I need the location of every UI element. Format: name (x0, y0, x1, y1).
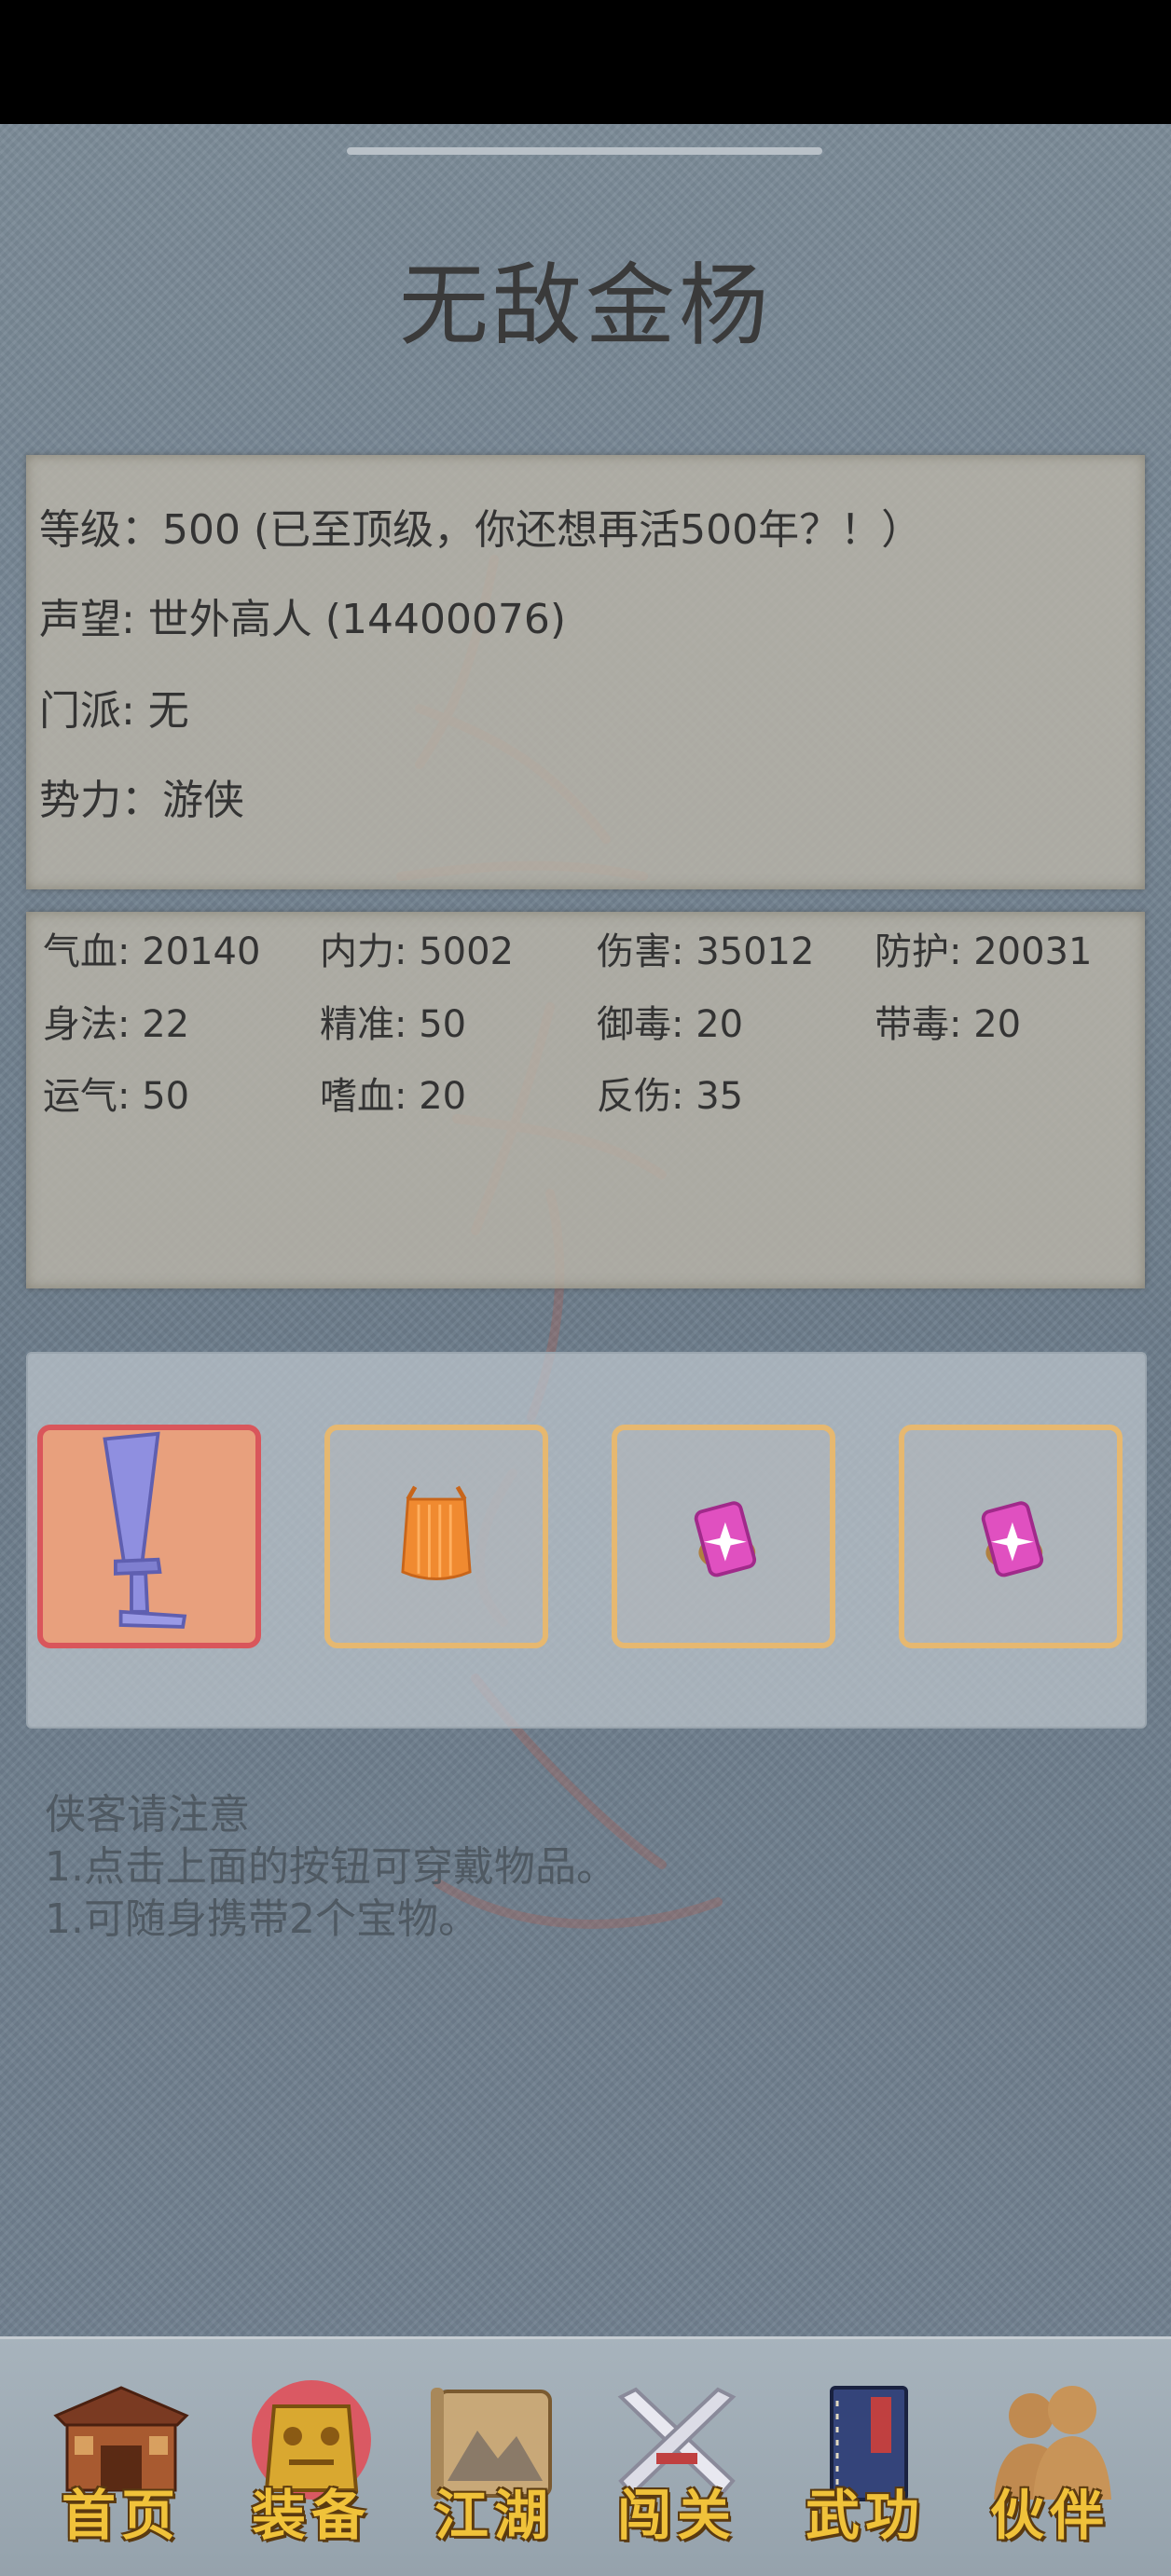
stat-hp: 气血: 20140 (43, 930, 261, 973)
attributes-panel: 气血: 20140 内力: 5002 伤害: 35012 防护: 20031 身… (26, 912, 1145, 1288)
equip-slot-treasure-1[interactable] (612, 1425, 835, 1648)
treasure-icon (981, 1501, 1044, 1577)
stat-reflect: 反伤: 35 (597, 1075, 744, 1118)
sect-text: 门派: 无 (39, 687, 189, 735)
equip-slot-weapon[interactable] (37, 1425, 261, 1648)
level-text: 等级：500 (已至顶级，你还想再活500年？！） (39, 506, 923, 554)
nav-item-companions[interactable]: 伙伴 (966, 2378, 1134, 2547)
nav-label: 首页 (61, 2484, 181, 2547)
stat-damage: 伤害: 35012 (597, 930, 815, 973)
equipment-panel (26, 1352, 1147, 1729)
faction-text: 势力：游侠 (39, 777, 244, 824)
page-title: 无敌金杨 (399, 254, 772, 358)
stat-luck: 运气: 50 (43, 1075, 190, 1118)
bottom-nav: 首页 装备 江湖 闯关 武功 伙伴 (0, 2336, 1171, 2576)
character-info-panel: 等级：500 (已至顶级，你还想再活500年？！） 声望: 世外高人 (1440… (26, 455, 1145, 889)
equip-slot-armor[interactable] (324, 1425, 548, 1648)
nav-label: 武功 (805, 2484, 925, 2547)
nav-label: 江湖 (434, 2484, 554, 2547)
notice-line-2: 1.可随身携带2个宝物。 (45, 1895, 479, 1943)
nav-item-challenge[interactable]: 闯关 (593, 2378, 761, 2547)
stat-internal: 内力: 5002 (320, 930, 514, 973)
nav-item-home[interactable]: 首页 (37, 2378, 205, 2547)
stat-accuracy: 精准: 50 (320, 1003, 467, 1046)
nav-item-equipment[interactable]: 装备 (227, 2378, 395, 2547)
stat-bloodthirst: 嗜血: 20 (320, 1075, 467, 1118)
nav-label: 伙伴 (989, 2484, 1109, 2547)
notice-heading: 侠客请注意 (45, 1791, 250, 1839)
stat-poison: 带毒: 20 (875, 1003, 1022, 1046)
armor-icon (401, 1485, 472, 1580)
equip-slot-treasure-2[interactable] (899, 1425, 1123, 1648)
nav-item-martial-arts[interactable]: 武功 (781, 2378, 949, 2547)
nav-label: 闯关 (616, 2484, 737, 2547)
nav-item-jianghu[interactable]: 江湖 (410, 2378, 578, 2547)
stat-defense: 防护: 20031 (875, 930, 1093, 973)
drag-handle[interactable] (347, 147, 822, 155)
stat-agility: 身法: 22 (43, 1003, 190, 1046)
prestige-text: 声望: 世外高人 (14400076) (39, 596, 567, 643)
status-bar (0, 0, 1171, 124)
notice-line-1: 1.点击上面的按钮可穿戴物品。 (45, 1843, 617, 1891)
nav-label: 装备 (251, 2484, 371, 2547)
stat-poison-resist: 御毒: 20 (597, 1003, 744, 1046)
sword-icon (103, 1431, 187, 1629)
treasure-icon (694, 1501, 757, 1577)
